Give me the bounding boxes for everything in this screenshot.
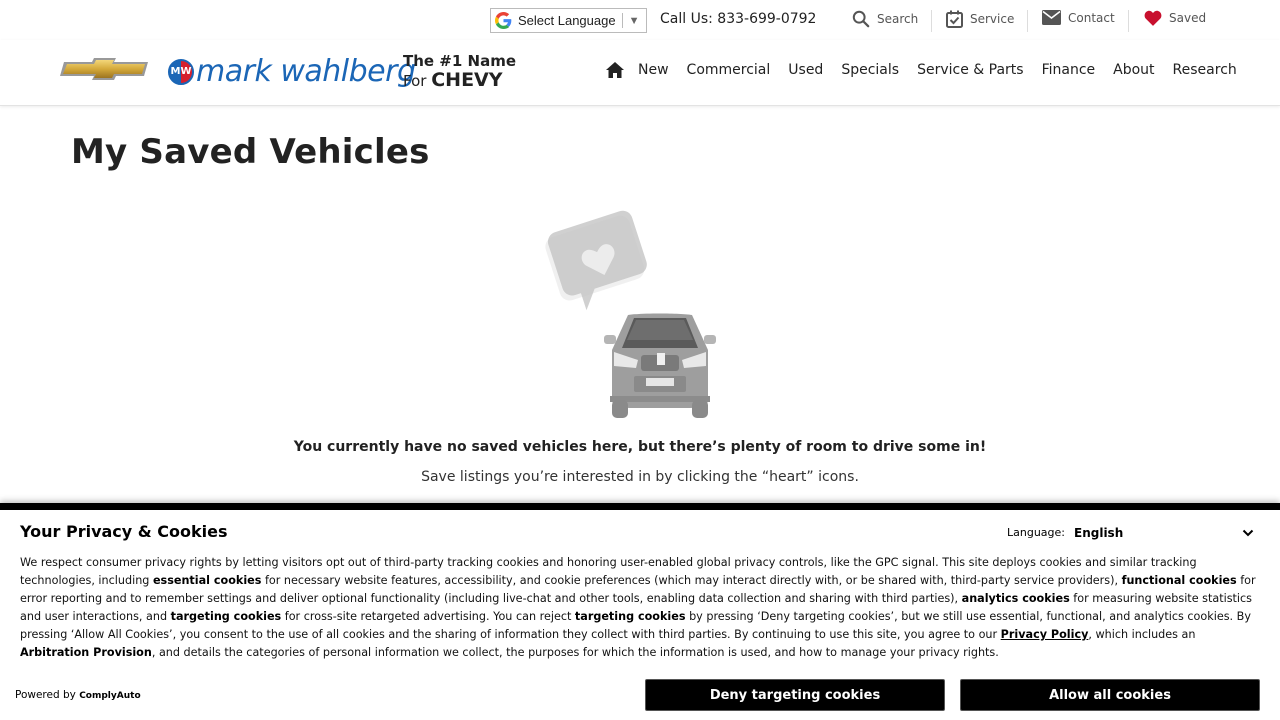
empty-state-message: You currently have no saved vehicles her…	[293, 439, 987, 455]
powered-by: Powered by ComplyAuto	[15, 689, 141, 701]
cookie-text: , which includes an	[1088, 628, 1196, 641]
cookie-term: analytics cookies	[961, 592, 1070, 605]
utility-saved[interactable]: Saved	[1144, 10, 1206, 26]
utility-search[interactable]: Search	[852, 10, 918, 28]
empty-state-hint: Save listings you’re interested in by cl…	[421, 469, 859, 485]
powered-by-label: Powered by	[15, 689, 76, 701]
main-nav: New Commercial Used Specials Service & P…	[606, 62, 1255, 78]
utility-contact[interactable]: Contact	[1042, 10, 1115, 25]
cookie-term: functional cookies	[1121, 574, 1237, 587]
nav-item-about[interactable]: About	[1113, 62, 1154, 78]
utility-label: Service	[970, 12, 1015, 26]
cookie-term: targeting cookies	[170, 610, 282, 623]
nav-item-used[interactable]: Used	[788, 62, 823, 78]
utility-label: Saved	[1169, 11, 1207, 25]
site-header: MW mark wahlberg The #1 Name For CHEVY N…	[0, 40, 1280, 106]
complyauto-link[interactable]: ComplyAuto	[79, 691, 140, 701]
nav-item-new[interactable]: New	[638, 62, 669, 78]
utility-label: Search	[877, 12, 919, 26]
divider	[621, 13, 623, 28]
nav-item-commercial[interactable]: Commercial	[687, 62, 771, 78]
chevrolet-bowtie-logo[interactable]	[60, 58, 150, 84]
call-us-link[interactable]: Call Us: 833-699-0792	[660, 11, 816, 27]
chevron-down-icon: ▼	[628, 14, 640, 27]
tagline: The #1 Name For CHEVY	[403, 52, 516, 91]
cookie-term: targeting cookies	[574, 610, 686, 623]
cookie-text: for necessary website features, accessib…	[261, 574, 1122, 587]
cookie-banner: Your Privacy & Cookies Language: English…	[0, 503, 1280, 720]
cookie-language-value: English	[1074, 526, 1124, 540]
nav-item-research[interactable]: Research	[1173, 62, 1237, 78]
privacy-policy-link[interactable]: Privacy Policy	[1001, 628, 1089, 641]
cookie-language-label: Language:	[1007, 526, 1065, 539]
divider	[1128, 10, 1129, 32]
utility-label: Contact	[1068, 10, 1115, 25]
utility-bar: Select Language ▼ Call Us: 833-699-0792 …	[0, 0, 1280, 40]
search-icon	[852, 10, 870, 28]
tagline-chevy: CHEVY	[431, 69, 503, 91]
cookie-text: , and details the categories of personal…	[151, 646, 999, 659]
nav-item-finance[interactable]: Finance	[1042, 62, 1096, 78]
envelope-icon	[1042, 10, 1061, 25]
nav-item-service-parts[interactable]: Service & Parts	[917, 62, 1024, 78]
language-select[interactable]: Select Language ▼	[490, 8, 647, 33]
cookie-language-select[interactable]: English	[1068, 523, 1260, 543]
nav-item-specials[interactable]: Specials	[841, 62, 899, 78]
deny-targeting-cookies-button[interactable]: Deny targeting cookies	[645, 679, 945, 711]
cookie-term: Arbitration Provision	[20, 646, 152, 659]
dealer-logo[interactable]: MW mark wahlberg	[168, 54, 416, 89]
tagline-for: For	[403, 72, 427, 90]
cookie-title: Your Privacy & Cookies	[20, 522, 228, 541]
mw-badge: MW	[168, 58, 194, 85]
tagline-line2: For CHEVY	[403, 71, 516, 91]
allow-all-cookies-button[interactable]: Allow all cookies	[960, 679, 1260, 711]
utility-service[interactable]: Service	[946, 10, 1014, 28]
dealer-name: mark wahlberg	[196, 54, 416, 89]
cookie-term: essential cookies	[152, 574, 262, 587]
empty-saved-illustration	[540, 210, 740, 426]
language-select-label: Select Language	[518, 13, 616, 28]
cookie-body: We respect consumer privacy rights by le…	[20, 554, 1265, 662]
page-title: My Saved Vehicles	[71, 132, 430, 172]
google-icon	[495, 12, 512, 29]
chevron-down-icon	[1242, 529, 1254, 537]
calendar-check-icon	[946, 10, 963, 28]
cookie-text: for cross-site retargeted advertising. Y…	[281, 610, 575, 623]
home-icon[interactable]	[606, 62, 624, 78]
divider	[931, 10, 932, 32]
divider	[1027, 10, 1028, 32]
heart-icon	[1144, 10, 1162, 26]
